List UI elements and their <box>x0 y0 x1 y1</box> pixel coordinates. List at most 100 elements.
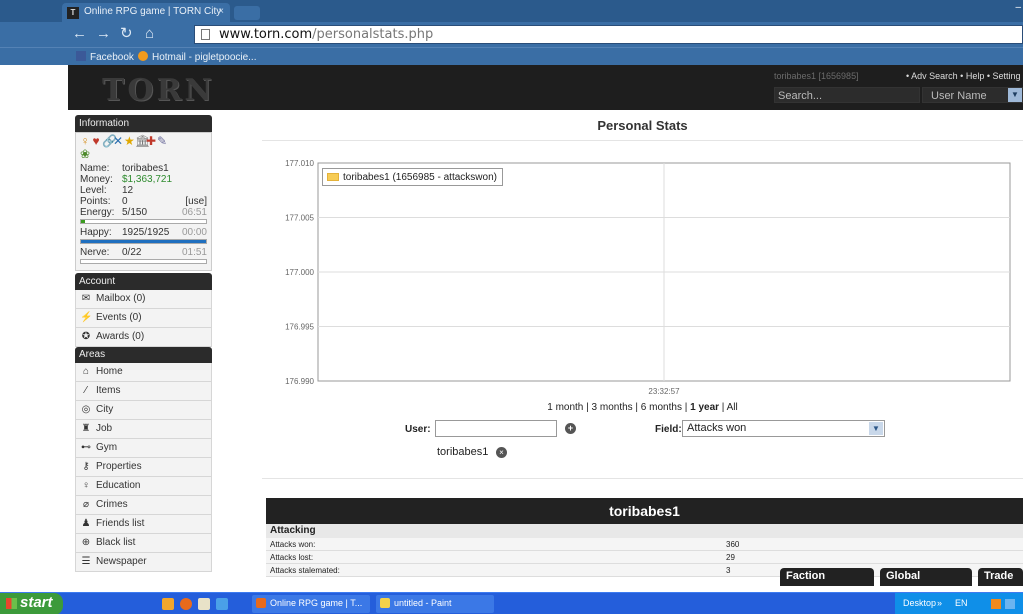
sidebar-item-mailbox[interactable]: ✉ Mailbox (0) <box>75 290 212 309</box>
profile-row: Attacks won: 360 <box>266 538 1023 551</box>
home-icon: ⌂ <box>82 366 90 377</box>
sidebar-item-properties[interactable]: ⚷ Properties <box>75 458 212 477</box>
user-input[interactable] <box>435 420 557 437</box>
education-icon[interactable]: ✎ <box>157 135 168 148</box>
range-options[interactable]: 1 month | 3 months | 6 months | <box>547 402 690 413</box>
back-icon[interactable]: ← <box>72 26 87 42</box>
tray-expand-icon[interactable]: » <box>937 598 942 608</box>
header-links[interactable]: • Adv Search • Help • Setting <box>906 71 1021 81</box>
task-label: Online RPG game | T... <box>270 598 363 608</box>
quicklaunch-outlook-icon[interactable] <box>162 598 174 610</box>
sidebar-item-home[interactable]: ⌂ Home <box>75 363 212 382</box>
bookmark-label: Facebook <box>90 52 134 63</box>
blacklist-icon: ⊕ <box>81 537 91 548</box>
start-button[interactable]: start <box>0 593 63 614</box>
sidebar-item-label: Black list <box>96 537 136 548</box>
plant-icon[interactable]: ❀ <box>80 148 91 161</box>
tray-network-icon[interactable] <box>1005 599 1015 609</box>
torn-logo[interactable]: TORN <box>102 73 215 108</box>
cross-icon[interactable]: ✕ <box>113 135 124 148</box>
events-icon: ⚡ <box>80 312 93 323</box>
name-value: toribabes1 <box>122 163 169 174</box>
sidebar-item-blacklist[interactable]: ⊕ Black list <box>75 534 212 553</box>
level-label: Level: <box>80 185 107 196</box>
tray-language[interactable]: EN <box>955 598 968 608</box>
address-bar[interactable]: www.torn.com/personalstats.php <box>194 25 1023 44</box>
points-use-link[interactable]: [use] <box>185 196 207 207</box>
title-divider <box>262 140 1023 141</box>
quicklaunch-firefox-icon[interactable] <box>180 598 192 610</box>
task-browser[interactable]: Online RPG game | T... <box>252 595 370 613</box>
sidebar-item-awards[interactable]: ✪ Awards (0) <box>75 328 212 347</box>
name-row: Name: toribabes1 <box>80 163 207 174</box>
search-scope-select[interactable]: User Name ▼ <box>922 87 1023 103</box>
forward-icon[interactable]: → <box>96 26 111 42</box>
sidebar-item-label: Crimes <box>96 499 128 510</box>
range-active[interactable]: 1 year <box>690 402 719 413</box>
sidebar-item-label: Job <box>96 423 113 434</box>
money-value[interactable]: $1,363,721 <box>122 174 172 185</box>
sidebar-item-gym[interactable]: ⊷ Gym <box>75 439 212 458</box>
tab-global[interactable]: Global <box>880 568 972 586</box>
points-row: Points: 0 [use] <box>80 196 207 207</box>
happy-timer: 00:00 <box>181 227 207 238</box>
points-value: 0 <box>122 196 128 207</box>
section-divider <box>262 478 1023 479</box>
field-label: Field: <box>655 424 682 435</box>
browser-tab[interactable]: T Online RPG game | TORN City × <box>62 3 230 22</box>
gym-icon: ⊷ <box>81 442 91 453</box>
nerve-timer: 01:51 <box>181 247 207 258</box>
sidebar-item-events[interactable]: ⚡ Events (0) <box>75 309 212 328</box>
windows-logo-icon <box>6 598 17 609</box>
sidebar-item-label: City <box>96 404 114 415</box>
field-select[interactable]: Attacks won ▼ <box>682 420 885 437</box>
happy-label: Happy: <box>80 227 112 238</box>
add-user-button[interactable]: + <box>565 423 576 434</box>
quicklaunch-chrome-icon[interactable] <box>198 598 210 610</box>
sidebar-item-education[interactable]: ♀ Education <box>75 477 212 496</box>
profile-row: Attacks lost: 29 <box>266 551 1023 564</box>
bookmarks-bar: Facebook Hotmail - pigletpoocie... <box>0 47 1023 65</box>
header-user-id[interactable]: toribabes1 [1656985] <box>774 71 859 81</box>
nerve-value: 0/22 <box>122 247 142 258</box>
range-all[interactable]: | All <box>719 402 738 413</box>
happy-bar <box>80 239 207 244</box>
energy-label: Energy: <box>80 207 115 218</box>
sidebar-item-city[interactable]: ◎ City <box>75 401 212 420</box>
y-tick-label: 177.000 <box>285 268 314 277</box>
sidebar-item-friends[interactable]: ♟ Friends list <box>75 515 212 534</box>
profile-row-value: 3 <box>726 566 731 575</box>
sidebar-item-crimes[interactable]: ⌀ Crimes <box>75 496 212 515</box>
new-tab-button[interactable] <box>234 6 260 20</box>
hospital-icon[interactable]: ✚ <box>146 135 157 148</box>
profile-section-title: Attacking <box>266 524 1023 538</box>
sidebar-item-items[interactable]: ⁄ Items <box>75 382 212 401</box>
sidebar-item-job[interactable]: ♜ Job <box>75 420 212 439</box>
home-icon[interactable]: ⌂ <box>145 26 154 42</box>
remove-user-icon[interactable]: × <box>496 447 507 458</box>
energy-bar <box>80 219 207 224</box>
header-search-input[interactable]: Search... <box>774 87 920 103</box>
window-minimize-icon[interactable]: – <box>1015 2 1021 13</box>
reload-icon[interactable]: ↻ <box>120 26 133 42</box>
quicklaunch-desktop-icon[interactable] <box>216 598 228 610</box>
awards-icon: ✪ <box>81 331 91 342</box>
heart-icon[interactable]: ♥ <box>91 135 102 148</box>
profile-row-label: Attacks stalemated: <box>270 566 340 575</box>
nerve-label: Nerve: <box>80 247 110 258</box>
tab-close-icon[interactable]: × <box>218 6 224 17</box>
star-icon[interactable]: ★ <box>124 135 135 148</box>
profile-row-label: Attacks lost: <box>270 553 314 562</box>
sidebar-item-newspaper[interactable]: ☰ Newspaper <box>75 553 212 572</box>
bookmark-facebook[interactable]: Facebook <box>76 51 134 63</box>
profile-row-label: Attacks won: <box>270 540 316 549</box>
bookmark-hotmail[interactable]: Hotmail - pigletpoocie... <box>138 51 257 63</box>
link-icon[interactable]: 🔗 <box>102 135 117 148</box>
tray-desktop[interactable]: Desktop <box>903 598 936 608</box>
bank-icon[interactable]: 🏛 <box>135 135 150 148</box>
torn-favicon-icon: T <box>67 7 79 19</box>
tab-trade[interactable]: Trade <box>978 568 1023 586</box>
tab-faction[interactable]: Faction <box>780 568 874 586</box>
tray-app-icon[interactable] <box>991 599 1001 609</box>
task-paint[interactable]: untitled - Paint <box>376 595 494 613</box>
